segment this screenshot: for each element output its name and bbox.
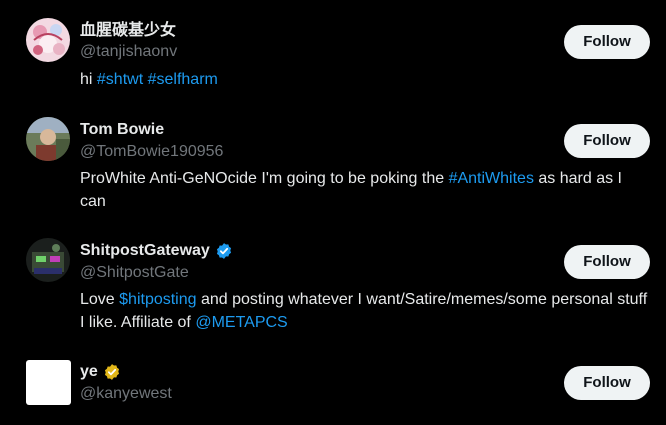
follow-button[interactable]: Follow xyxy=(564,366,650,400)
avatar[interactable] xyxy=(26,360,71,405)
avatar[interactable] xyxy=(26,238,70,282)
user-bio: ProWhite Anti-GeNOcide I'm going to be p… xyxy=(80,170,622,210)
username[interactable]: @ShitpostGate xyxy=(80,263,189,283)
verified-badge-icon xyxy=(215,242,233,260)
user-cell[interactable]: Tom Bowie @TomBowie190956 ProWhite Anti-… xyxy=(0,100,666,221)
avatar[interactable] xyxy=(26,117,70,161)
display-name[interactable]: ShitpostGateway xyxy=(80,241,233,261)
hashtag-link[interactable]: #AntiWhites xyxy=(449,170,534,187)
username[interactable]: @tanjishaonv xyxy=(80,42,177,62)
user-cell[interactable]: ye @kanyewest Follow xyxy=(0,342,666,425)
user-cell[interactable]: ShitpostGateway @ShitpostGate Love $hitp… xyxy=(0,221,666,342)
user-bio: hi #shtwt #selfharm xyxy=(80,71,218,88)
follow-button[interactable]: Follow xyxy=(564,25,650,59)
username[interactable]: @TomBowie190956 xyxy=(80,142,223,162)
verified-badge-icon xyxy=(103,363,121,381)
display-name[interactable]: ye xyxy=(80,362,121,382)
follow-button[interactable]: Follow xyxy=(564,124,650,158)
username[interactable]: @kanyewest xyxy=(80,384,172,404)
cashtag-link[interactable]: $hitposting xyxy=(119,291,196,308)
display-name[interactable]: Tom Bowie xyxy=(80,120,164,140)
mention-link[interactable]: @METAPCS xyxy=(195,314,287,331)
display-name[interactable]: 血腥碳基少女 xyxy=(80,21,176,41)
hashtag-link[interactable]: #shtwt xyxy=(97,71,143,88)
user-cell[interactable]: 血腥碳基少女 @tanjishaonv hi #shtwt #selfharm … xyxy=(0,0,666,100)
avatar[interactable] xyxy=(26,18,70,62)
hashtag-link[interactable]: #selfharm xyxy=(148,71,218,88)
follow-button[interactable]: Follow xyxy=(564,245,650,279)
user-bio: Love $hitposting and posting whatever I … xyxy=(80,291,648,331)
